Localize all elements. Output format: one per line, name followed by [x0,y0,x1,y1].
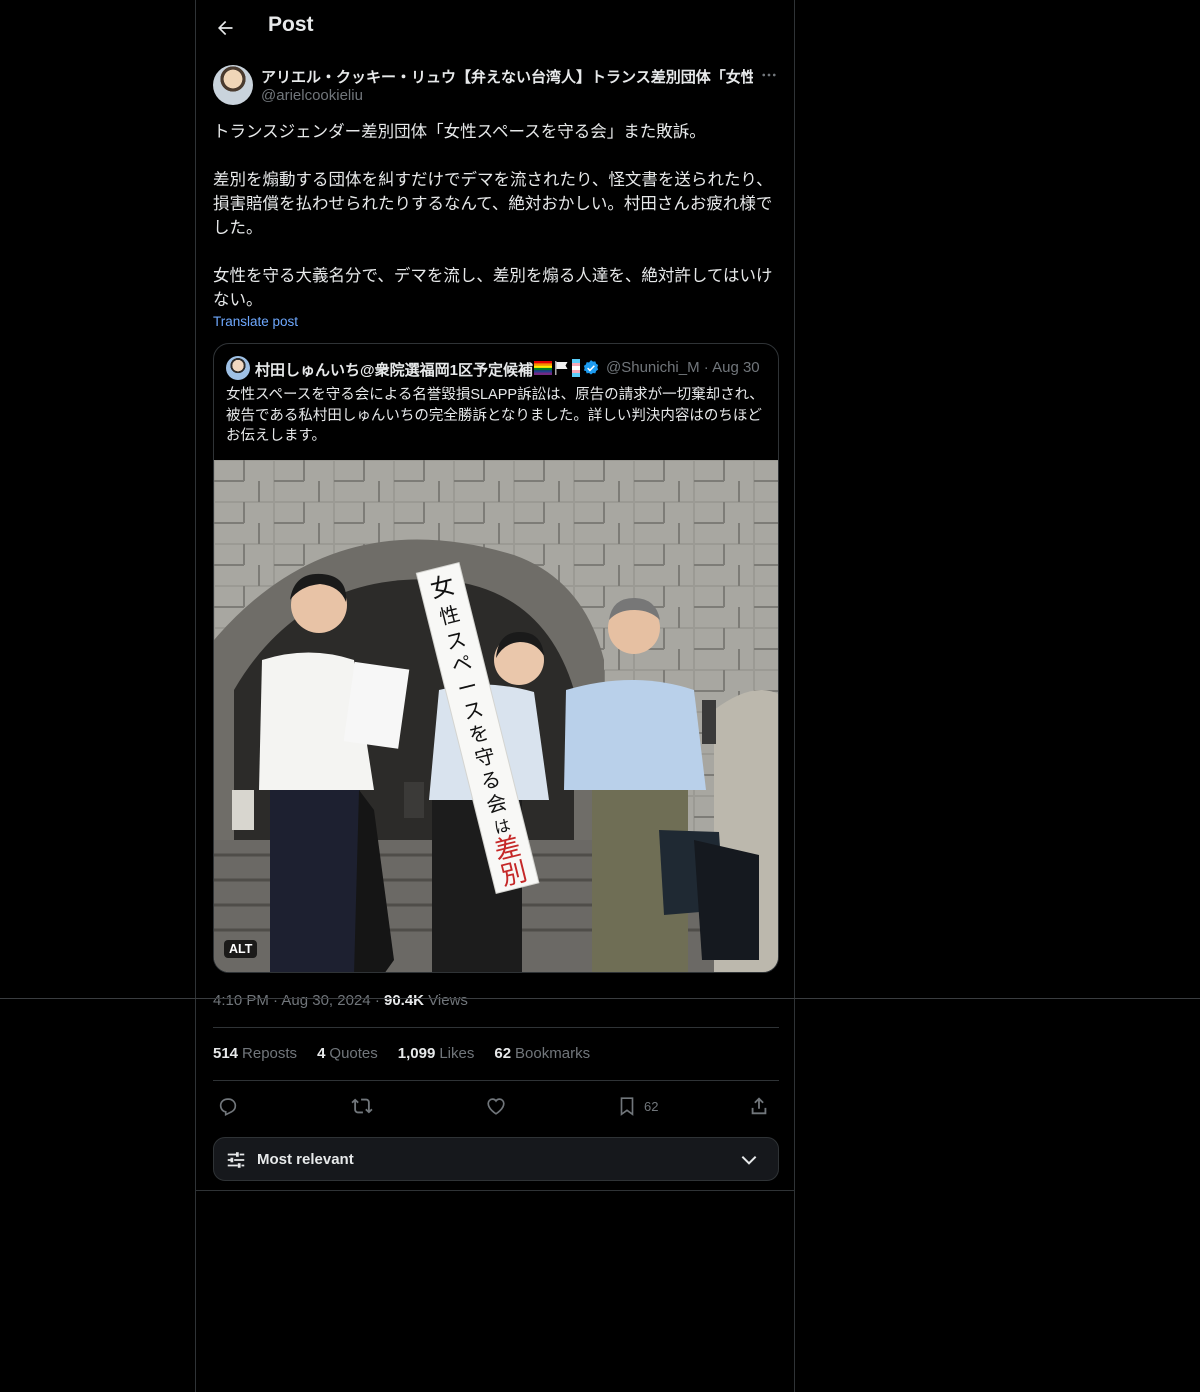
reposts-stat[interactable]: 514 Reposts [213,1045,297,1062]
bookmarks-stat[interactable]: 62 Bookmarks [494,1045,590,1062]
top-bar: Post [196,0,794,54]
more-icon [762,73,776,77]
white-flag-icon [555,361,568,375]
repost-icon [351,1098,373,1114]
author-handle[interactable]: @arielcookieliu [261,87,363,104]
post-column: Post アリエル・クッキー・リュウ【弁えない台湾人】トランス差別団体「女性 @… [195,0,795,1392]
reply-sort-dropdown[interactable]: Most relevant [213,1137,779,1181]
trans-flag-icon [572,359,580,377]
screen-divider-line [0,998,1200,999]
back-button[interactable] [208,11,242,45]
verified-icon [583,360,599,375]
share-icon [751,1097,767,1115]
engagement-stats: 514 Reposts 4 Quotes 1,099 Likes 62 Bookmark… [213,1045,590,1062]
bookmark-button[interactable]: 62 [616,1092,658,1120]
likes-stat[interactable]: 1,099 Likes [398,1045,475,1062]
repost-button[interactable] [351,1092,373,1120]
post-text: トランスジェンダー差別団体「女性スペースを守る会」また敗訴。 差別を煽動する団体… [213,123,773,309]
quoted-display-name[interactable]: 村田しゅんいち@衆院選福岡1区予定候補 [255,359,533,380]
quoted-post[interactable]: 村田しゅんいち@衆院選福岡1区予定候補 @Shunichi_M · Aug 30… [213,343,779,973]
alt-badge[interactable]: ALT [224,940,258,958]
quoted-text: 女性スペースを守る会による名誉毀損SLAPP訴訟は、原告の請求が一切棄却され、被… [226,387,764,444]
back-arrow-icon [218,20,233,36]
rainbow-flag-icon [534,361,552,375]
bookmark-count: 62 [644,1098,659,1114]
reply-button[interactable] [217,1092,239,1120]
sliders-icon [227,1152,245,1168]
quoted-avatar[interactable] [226,356,250,380]
meta-dot: · [374,992,384,1009]
like-icon [487,1098,505,1115]
views-label: Views [428,992,468,1009]
divider [213,1080,779,1081]
quoted-handle-date[interactable]: @Shunichi_M · Aug 30 [606,359,760,376]
post-time[interactable]: 4:10 PM [213,992,269,1009]
divider [196,1190,794,1191]
divider [213,1027,779,1028]
action-bar: 62 [213,1092,779,1120]
translate-link[interactable]: Translate post [213,314,298,329]
sort-label: Most relevant [257,1150,354,1168]
quotes-stat[interactable]: 4 Quotes [317,1045,378,1062]
quoted-badges [534,359,600,377]
like-button[interactable] [485,1092,507,1120]
author-avatar[interactable] [213,65,253,105]
quoted-photo[interactable]: 女 性 ス ペ ー ス を 守 る 会 は 差 別 ALT [214,460,778,972]
court-photo-illustration: 女 性 ス ペ ー ス を 守 る 会 は 差 別 [214,460,778,972]
author-display-name[interactable]: アリエル・クッキー・リュウ【弁えない台湾人】トランス差別団体「女性 [261,66,753,87]
views-count: 90.4K [383,992,425,1009]
reply-icon [219,1098,237,1117]
post-date[interactable]: Aug 30, 2024 [281,992,370,1009]
bookmark-icon [620,1097,634,1116]
share-button[interactable] [748,1092,770,1120]
chevron-down-icon [741,1155,757,1165]
post-meta: 4:10 PM · Aug 30, 2024 · 90.4K Views [213,992,468,1009]
page-title: Post [268,13,314,36]
more-button[interactable] [758,64,780,86]
